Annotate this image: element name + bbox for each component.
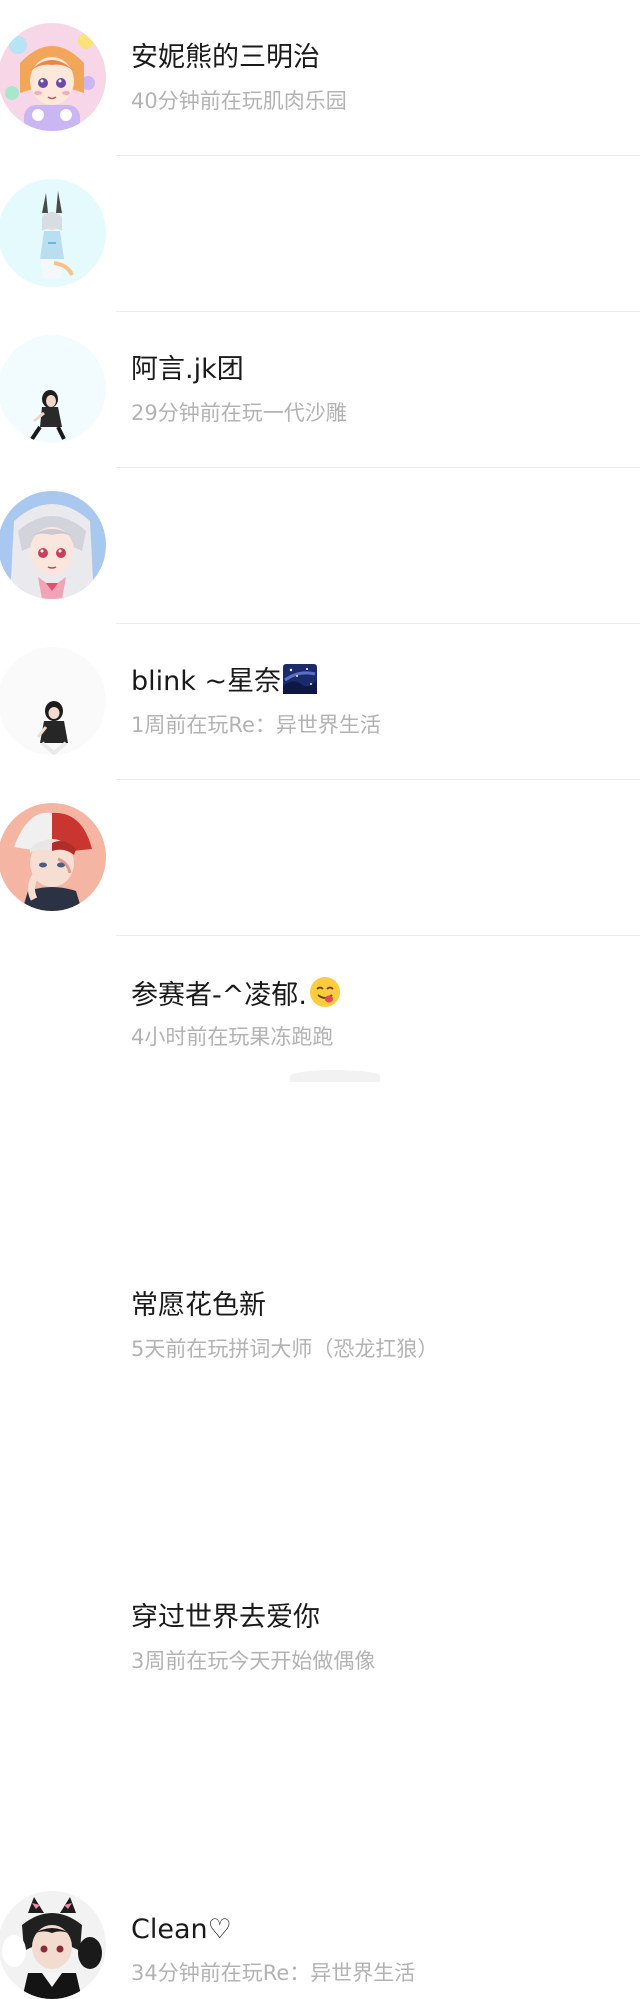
friend-name: 常愿花色新: [131, 1290, 266, 1321]
friend-status: 34分钟前在玩Re：异世界生活: [131, 1961, 416, 1985]
bunny-ear-figure-avatar-icon[interactable]: [0, 179, 106, 287]
home-indicator: [290, 1070, 380, 1082]
friend-list-item[interactable]: 阿言.jk团 29分钟前在玩一代沙雕: [0, 156, 640, 425]
cat-ear-anime-avatar-icon[interactable]: [0, 1891, 106, 1999]
anime-girl-pastel-avatar-icon[interactable]: [0, 23, 106, 131]
friend-status: 40分钟前在玩肌肉乐园: [131, 89, 347, 113]
red-white-hair-anime-avatar-icon[interactable]: [0, 803, 106, 911]
friend-list: 安妮熊的三明治 40分钟前在玩肌肉乐园 阿言.jk团 29分钟前在玩一代沙雕 b…: [0, 0, 640, 1999]
friend-list-item[interactable]: 参赛者-^凌郁. 4小时前在玩果冻跑跑: [0, 468, 640, 1049]
friend-name: 安妮熊的三明治: [131, 42, 320, 73]
friend-name: Clean♡: [131, 1914, 232, 1945]
friend-status: 5天前在玩拼词大师（恐龙扛狼）: [131, 1337, 439, 1361]
friend-list-item[interactable]: 常愿花色新 5天前在玩拼词大师（恐龙扛狼）: [0, 624, 640, 1361]
dark-hair-figure-avatar-icon[interactable]: [0, 335, 106, 443]
black-hair-figure-avatar-icon[interactable]: [0, 647, 106, 755]
friend-status: 3周前在玩今天开始做偶像: [131, 1649, 376, 1673]
friend-list-item[interactable]: Clean♡ 34分钟前在玩Re：异世界生活: [0, 936, 640, 1999]
silver-hair-anime-avatar-icon[interactable]: [0, 491, 106, 599]
friend-name: 穿过世界去爱你: [131, 1602, 320, 1633]
friend-list-item[interactable]: blink ~星奈 1周前在玩Re：异世界生活: [0, 312, 640, 737]
friend-list-item[interactable]: 穿过世界去爱你 3周前在玩今天开始做偶像: [0, 780, 640, 1673]
friend-list-item[interactable]: 安妮熊的三明治 40分钟前在玩肌肉乐园: [0, 0, 640, 156]
